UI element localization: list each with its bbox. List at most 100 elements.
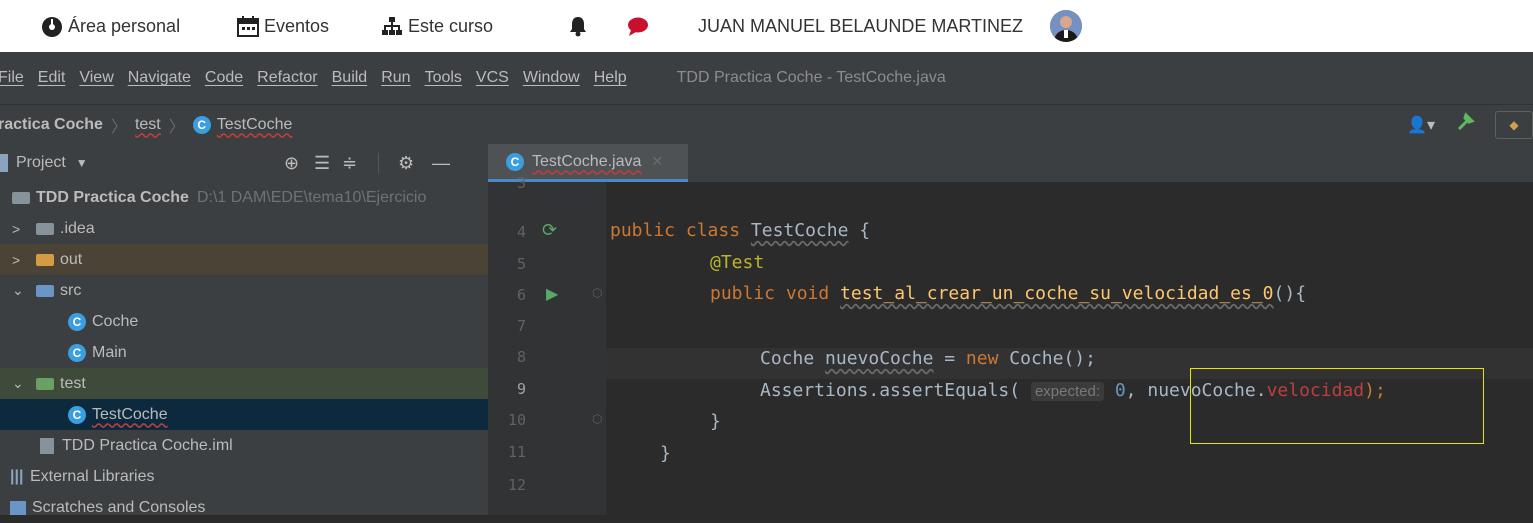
tree-item-scratches[interactable]: Scratches and Consoles	[0, 492, 488, 523]
test-class-icon: C	[192, 115, 211, 134]
breadcrumb-test[interactable]: test	[135, 116, 161, 134]
code-editor[interactable]: 3 4 5 6 7 8 9 10 11 12 ⟳ ▶ ⬡ ⬡ public cl…	[488, 174, 1533, 515]
line-number: 9	[516, 380, 526, 398]
tree-label: src	[60, 281, 82, 299]
test-folder-icon	[36, 377, 54, 390]
libraries-icon: |||	[10, 467, 24, 485]
brace: {	[848, 220, 871, 241]
excluded-folder-icon	[36, 253, 54, 266]
fold-marker-icon[interactable]: ⬡	[592, 412, 602, 426]
chevron-right-icon[interactable]: >	[12, 252, 30, 268]
area-personal-link[interactable]: Área personal	[40, 15, 180, 37]
keyword: new	[965, 348, 999, 369]
gear-icon[interactable]: ⚙	[398, 153, 414, 174]
chevron-down-icon[interactable]: ⌄	[12, 375, 30, 392]
class-name: TestCoche	[750, 220, 849, 241]
breadcrumb-separator-icon: 〉	[168, 118, 185, 136]
assign: =	[933, 348, 966, 369]
line-number: 4	[516, 223, 526, 241]
test-class-icon: C	[506, 152, 524, 171]
menu-refactor[interactable]: Refactor	[257, 69, 317, 87]
keyword: public class	[610, 220, 751, 241]
tree-item-out[interactable]: > out	[0, 244, 488, 275]
tree-item-test[interactable]: ⌄ test	[0, 368, 488, 399]
scratches-icon	[10, 500, 26, 515]
fold-marker-icon[interactable]: ⬡	[592, 286, 602, 300]
code-line-5: @Test	[710, 252, 764, 273]
folder-icon	[36, 222, 54, 235]
parameter-hint: expected:	[1030, 382, 1104, 401]
code-line-10: }	[710, 411, 721, 432]
breadcrumb-testcoche[interactable]: TestCoche	[217, 116, 293, 134]
chat-bubble-icon[interactable]	[626, 15, 650, 37]
menu-tools[interactable]: Tools	[425, 69, 462, 87]
run-config-dropdown[interactable]: ◆	[1495, 110, 1533, 139]
project-icon	[0, 154, 8, 172]
chevron-down-icon[interactable]: ⌄	[12, 282, 30, 299]
menu-view[interactable]: View	[79, 69, 113, 87]
comma: ,	[1125, 380, 1148, 401]
line-number: 3	[516, 174, 526, 192]
line-number: 8	[516, 348, 526, 366]
tree-item-project-root[interactable]: TDD Practica Coche D:\1 DAM\EDE\tema10\E…	[0, 182, 488, 213]
menu-build[interactable]: Build	[332, 69, 368, 87]
tree-item-idea[interactable]: > .idea	[0, 213, 488, 244]
sitemap-icon	[380, 15, 404, 37]
build-hammer-icon[interactable]	[1455, 111, 1477, 138]
menu-file[interactable]: File	[0, 69, 24, 87]
run-all-tests-icon[interactable]: ⟳	[542, 220, 557, 241]
tree-item-main[interactable]: C Main	[0, 337, 488, 368]
project-view-selector[interactable]: Project	[16, 154, 66, 172]
menu-run[interactable]: Run	[381, 69, 410, 87]
brace: }	[660, 443, 671, 464]
tree-item-iml[interactable]: TDD Practica Coche.iml	[0, 430, 488, 461]
chevron-right-icon[interactable]: >	[12, 221, 30, 237]
line-number: 12	[507, 476, 526, 494]
tree-label: TDD Practica Coche.iml	[62, 436, 233, 454]
separator	[378, 153, 379, 173]
line-number: 10	[507, 411, 526, 429]
este-curso-link[interactable]: Este curso	[380, 15, 493, 37]
tree-label: out	[60, 250, 83, 268]
breadcrumb-project[interactable]: ractica Coche	[0, 116, 103, 134]
tree-item-testcoche[interactable]: C TestCoche	[0, 399, 488, 430]
user-account-icon[interactable]: 👤▾	[1407, 115, 1435, 135]
expand-all-icon[interactable]: ☰	[314, 153, 330, 174]
menu-window[interactable]: Window	[523, 69, 580, 87]
run-test-icon[interactable]: ▶	[546, 284, 558, 303]
tree-label: test	[60, 374, 86, 392]
user-avatar[interactable]	[1050, 10, 1082, 42]
tree-item-external-libraries[interactable]: ||| External Libraries	[0, 461, 488, 492]
bell-icon[interactable]	[568, 15, 588, 37]
class-icon: C	[68, 312, 86, 331]
chevron-down-icon[interactable]: ▼	[76, 156, 88, 170]
tree-item-coche[interactable]: C Coche	[0, 306, 488, 337]
project-root-path: D:\1 DAM\EDE\tema10\Ejercicio	[196, 188, 427, 206]
code-line-11: }	[660, 443, 671, 464]
code-line-4: public class TestCoche {	[610, 220, 870, 241]
menu-code[interactable]: Code	[205, 69, 243, 87]
user-name[interactable]: JUAN MANUEL BELAUNDE MARTINEZ	[698, 16, 1023, 37]
hide-panel-icon[interactable]: —	[432, 153, 450, 174]
menu-vcs[interactable]: VCS	[476, 69, 509, 87]
breadcrumb-separator-icon: 〉	[110, 118, 127, 136]
tree-label: Coche	[92, 312, 139, 330]
menu-help[interactable]: Help	[594, 69, 627, 87]
breadcrumb: ractica Coche 〉 test 〉 C TestCoche	[0, 113, 292, 137]
brace: }	[710, 411, 721, 432]
collapse-all-icon[interactable]: ≑	[342, 153, 357, 174]
menu-edit[interactable]: Edit	[38, 69, 66, 87]
tree-label: .idea	[60, 219, 95, 237]
annotation: @Test	[710, 252, 765, 273]
code-line-6: public void test_al_crear_un_coche_su_ve…	[710, 283, 1306, 304]
moodle-navbar: Área personal Eventos Este curso JUAN MA…	[0, 0, 1533, 52]
variable-name: nuevoCoche	[825, 348, 934, 369]
menu-navigate[interactable]: Navigate	[128, 69, 191, 87]
close-icon[interactable]: ✕	[651, 153, 663, 170]
locate-file-icon[interactable]: ⊕	[284, 153, 299, 174]
iml-file-icon	[40, 437, 54, 454]
menu-bar: File Edit View Navigate Code Refactor Bu…	[0, 52, 1533, 104]
tree-item-src[interactable]: ⌄ src	[0, 275, 488, 306]
editor-tabs: C TestCoche.java ✕	[488, 144, 1533, 183]
eventos-link[interactable]: Eventos	[236, 15, 329, 37]
